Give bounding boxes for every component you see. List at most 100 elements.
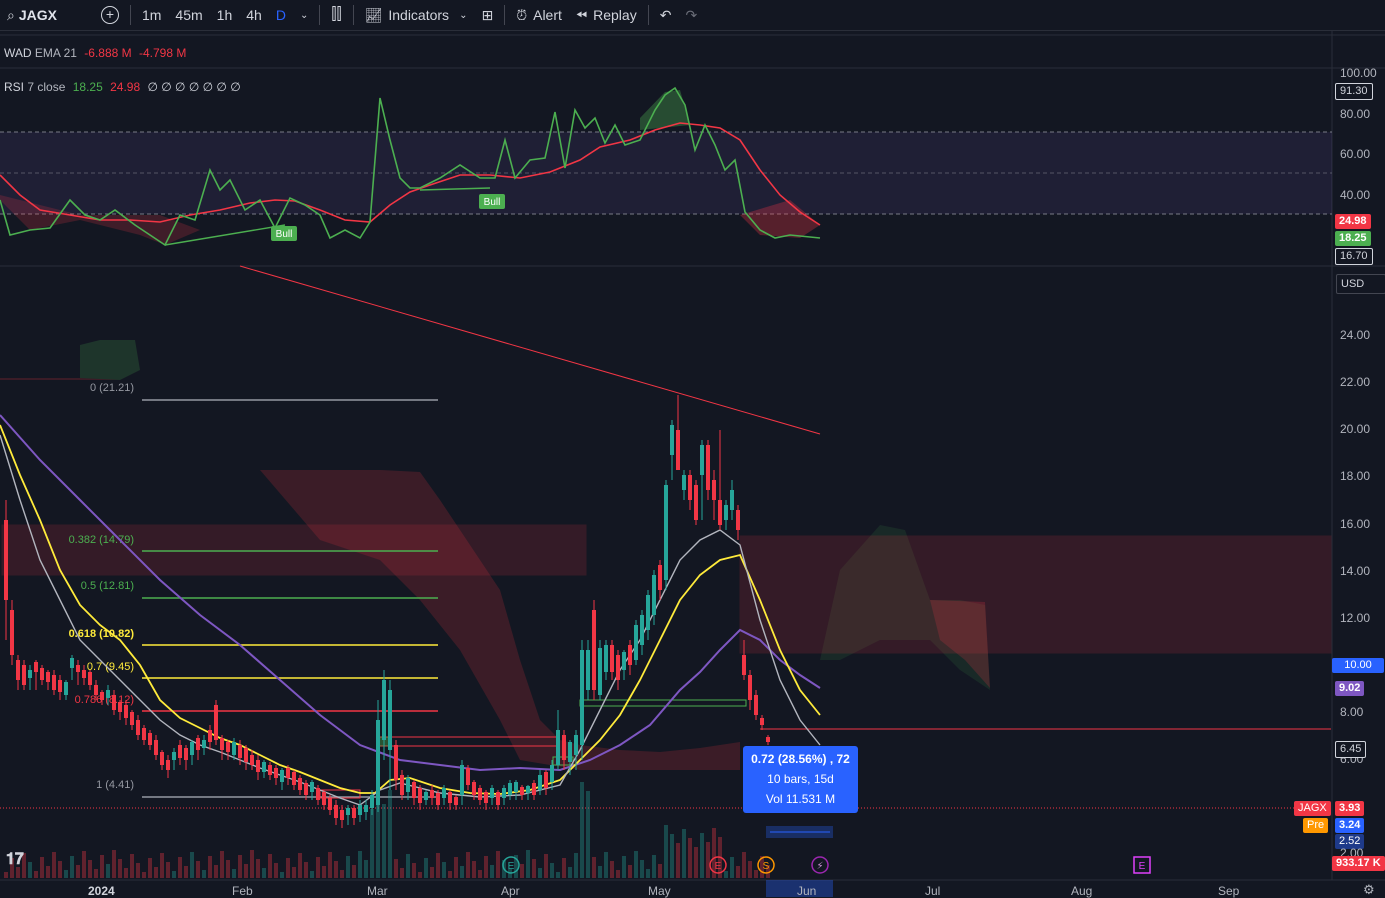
volume-bar	[628, 865, 632, 878]
candle-body	[574, 735, 578, 755]
volume-bar	[292, 867, 296, 878]
candle-body	[754, 695, 758, 715]
candle-body	[106, 690, 110, 698]
candle-body	[646, 595, 650, 630]
candle-body	[628, 645, 632, 665]
volume-bar	[682, 829, 686, 878]
price-scale-12: 12.00	[1340, 611, 1371, 625]
candle-body	[262, 762, 266, 772]
price-scale-16: 16.00	[1340, 517, 1371, 531]
volume-bar	[478, 870, 482, 878]
news-text: ⚡	[816, 861, 823, 872]
volume-bar	[88, 860, 92, 878]
candle-body	[472, 782, 476, 795]
volume-bar	[646, 869, 650, 878]
volume-bar	[46, 866, 50, 878]
candle-body	[70, 658, 74, 668]
volume-bar	[670, 834, 674, 878]
rsi-scale-80: 80.00	[1340, 107, 1371, 121]
candle-body	[502, 788, 506, 798]
candle-body	[424, 792, 428, 800]
volume-bar	[280, 872, 284, 878]
candle-body	[496, 792, 500, 805]
earnings-marker[interactable]: E	[1133, 856, 1151, 874]
volume-bar	[424, 858, 428, 878]
volume-bar	[256, 859, 260, 878]
candle-body	[514, 782, 518, 792]
volume-bar	[154, 867, 158, 878]
volume-bar	[748, 861, 752, 878]
volume-bar	[370, 809, 374, 878]
candle-body	[694, 485, 698, 520]
candle-body	[730, 490, 734, 510]
candle-body	[718, 500, 722, 525]
candle-body	[142, 728, 146, 740]
news-marker[interactable]: ⚡	[811, 856, 829, 874]
volume-bar	[520, 864, 524, 878]
candle-body	[532, 783, 536, 795]
volume-bar	[4, 872, 8, 878]
volume-bar	[544, 854, 548, 878]
candle-body	[346, 808, 350, 815]
volume-bar	[28, 862, 32, 878]
candle-body	[700, 445, 704, 475]
volume-bar	[16, 867, 20, 878]
currency-selector[interactable]: USD	[1336, 274, 1385, 294]
volume-bar	[106, 864, 110, 878]
candle-body	[322, 792, 326, 805]
volume-bar	[232, 869, 236, 878]
volume-bar	[532, 859, 536, 878]
candle-body	[94, 685, 98, 695]
rsi-scale-100: 100.00	[1340, 66, 1377, 80]
volume-bar	[700, 833, 704, 878]
candle-body	[220, 738, 224, 750]
candle-body	[748, 675, 752, 700]
candle-body	[352, 808, 356, 818]
chart-canvas[interactable]: Bull Bull 0 (21.21)0.382 (14.79)0.5 (12.…	[0, 0, 1385, 897]
volume-bar	[442, 862, 446, 878]
candle-body	[46, 672, 50, 682]
price-scale-24: 24.00	[1340, 328, 1371, 342]
volume-bar	[58, 861, 62, 878]
volume-bar	[622, 856, 626, 878]
price-scale-8: 8.00	[1340, 705, 1364, 719]
candle-body	[286, 768, 290, 778]
candle-body	[550, 765, 554, 782]
earnings-text: E	[1139, 861, 1146, 872]
candle-body	[460, 765, 464, 795]
candle-body	[724, 505, 728, 520]
candle-body	[382, 680, 386, 740]
candle-body	[52, 675, 56, 690]
volume-bar	[40, 857, 44, 878]
measure-tooltip: 0.72 (28.56%) , 72 10 bars, 15d Vol 11.5…	[743, 746, 858, 813]
volume-bar	[340, 870, 344, 878]
candle-body	[250, 755, 254, 765]
candle-body	[442, 788, 446, 798]
settings-gear-icon[interactable]: ⚙	[1363, 882, 1375, 898]
candle-body	[412, 782, 416, 798]
candle-body	[34, 662, 38, 672]
volume-bar	[184, 866, 188, 878]
candle-body	[226, 742, 230, 752]
candle-body	[10, 610, 14, 655]
volume-bar	[220, 851, 224, 878]
volume-bar	[304, 862, 308, 878]
fib-label: 1 (4.41)	[96, 779, 134, 791]
candle-body	[136, 720, 140, 735]
volume-bar	[694, 847, 698, 878]
volume-bar	[148, 858, 152, 878]
volume-bar	[34, 871, 38, 878]
candle-body	[292, 772, 296, 785]
candle-body	[154, 740, 158, 755]
volume-bar	[358, 851, 362, 878]
volume-bar	[580, 782, 584, 878]
volume-bar	[586, 791, 590, 878]
candle-body	[418, 788, 422, 803]
candle-body	[658, 565, 662, 590]
volume-bar	[592, 857, 596, 878]
candle-body	[196, 738, 200, 750]
volume-bar	[466, 852, 470, 878]
volume-bar	[406, 854, 410, 878]
candle-body	[652, 575, 656, 615]
candle-body	[64, 682, 68, 695]
